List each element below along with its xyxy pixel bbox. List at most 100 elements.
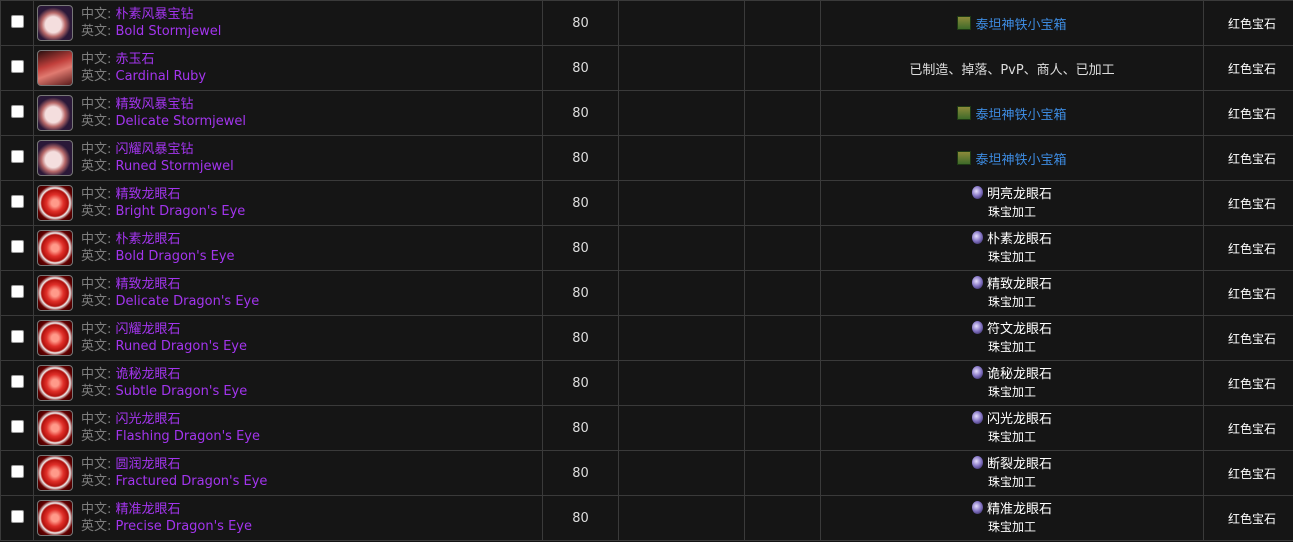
dragoneye-icon[interactable] — [37, 500, 73, 536]
item-cell: 中文: 精致风暴宝钻 英文: Delicate Stormjewel — [33, 90, 543, 136]
empty-cell — [618, 225, 745, 271]
profession: 珠宝加工 — [987, 204, 1036, 219]
en-label: 英文: — [81, 429, 116, 444]
gem-icon — [971, 410, 983, 424]
checkbox-cell — [0, 270, 34, 316]
item-name-cn[interactable]: 朴素风暴宝钻 — [116, 7, 194, 22]
item-name-cn[interactable]: 诡秘龙眼石 — [116, 367, 181, 382]
recipe-link[interactable]: 闪光龙眼石 — [821, 410, 1203, 429]
gem-icon — [971, 455, 983, 469]
item-cell: 中文: 朴素风暴宝钻 英文: Bold Stormjewel — [33, 0, 543, 46]
checkbox-cell — [0, 405, 34, 451]
row-checkbox[interactable] — [10, 509, 24, 523]
stormjewel-icon[interactable] — [37, 95, 73, 131]
row-checkbox[interactable] — [10, 419, 24, 433]
item-name-en[interactable]: Fractured Dragon's Eye — [116, 474, 268, 489]
recipe-link[interactable]: 断裂龙眼石 — [821, 455, 1203, 474]
recipe-name: 朴素龙眼石 — [986, 231, 1052, 247]
row-checkbox[interactable] — [10, 464, 24, 478]
en-label: 英文: — [81, 69, 116, 84]
item-level: 80 — [542, 45, 619, 91]
dragoneye-icon[interactable] — [37, 275, 73, 311]
recipe-name: 符文龙眼石 — [986, 321, 1052, 337]
empty-cell — [618, 450, 745, 496]
item-cell: 中文: 诡秘龙眼石 英文: Subtle Dragon's Eye — [33, 360, 543, 406]
recipe-link[interactable]: 朴素龙眼石 — [821, 230, 1203, 249]
item-type: 红色宝石 — [1203, 225, 1293, 271]
source-cell: 泰坦神铁小宝箱 — [820, 135, 1204, 181]
empty-cell — [744, 180, 821, 226]
source-text: 泰坦神铁小宝箱 — [975, 17, 1067, 33]
row-checkbox[interactable] — [10, 104, 24, 118]
table-row: 中文: 闪光龙眼石 英文: Flashing Dragon's Eye 80 闪光… — [0, 405, 1293, 451]
item-name-cn[interactable]: 圆润龙眼石 — [116, 457, 181, 472]
recipe-link[interactable]: 诡秘龙眼石 — [821, 365, 1203, 384]
en-label: 英文: — [81, 204, 116, 219]
recipe-link[interactable]: 精准龙眼石 — [821, 500, 1203, 519]
gem-icon — [971, 320, 983, 334]
item-name-en[interactable]: Bold Dragon's Eye — [116, 249, 235, 264]
item-name-en[interactable]: Subtle Dragon's Eye — [116, 384, 248, 399]
item-name-en[interactable]: Cardinal Ruby — [116, 69, 207, 84]
dragoneye-icon[interactable] — [37, 320, 73, 356]
checkbox-cell — [0, 180, 34, 226]
row-checkbox[interactable] — [10, 329, 24, 343]
row-checkbox[interactable] — [10, 239, 24, 253]
empty-cell — [744, 405, 821, 451]
item-level: 80 — [542, 405, 619, 451]
dragoneye-icon[interactable] — [37, 410, 73, 446]
source-link[interactable]: 泰坦神铁小宝箱 — [957, 150, 1067, 168]
item-name-en[interactable]: Delicate Dragon's Eye — [116, 294, 260, 309]
dragoneye-icon[interactable] — [37, 455, 73, 491]
profession: 珠宝加工 — [987, 384, 1036, 399]
row-checkbox[interactable] — [10, 149, 24, 163]
item-name-en[interactable]: Runed Dragon's Eye — [116, 339, 247, 354]
row-checkbox[interactable] — [10, 14, 24, 28]
item-name-cn[interactable]: 闪耀风暴宝钻 — [116, 142, 194, 157]
item-name-cn[interactable]: 朴素龙眼石 — [116, 232, 181, 247]
item-name-en[interactable]: Delicate Stormjewel — [116, 114, 247, 129]
row-checkbox[interactable] — [10, 194, 24, 208]
profession: 珠宝加工 — [987, 249, 1036, 264]
source-cell: 已制造、掉落、PvP、商人、已加工 — [820, 45, 1204, 91]
item-name-en[interactable]: Bright Dragon's Eye — [116, 204, 246, 219]
source-cell: 泰坦神铁小宝箱 — [820, 0, 1204, 46]
row-checkbox[interactable] — [10, 284, 24, 298]
dragoneye-icon[interactable] — [37, 230, 73, 266]
row-checkbox[interactable] — [10, 374, 24, 388]
source-link[interactable]: 泰坦神铁小宝箱 — [957, 105, 1067, 123]
stormjewel-icon[interactable] — [37, 5, 73, 41]
item-name-en[interactable]: Flashing Dragon's Eye — [116, 429, 260, 444]
item-name-cn[interactable]: 闪耀龙眼石 — [116, 322, 181, 337]
item-cell: 中文: 圆润龙眼石 英文: Fractured Dragon's Eye — [33, 450, 543, 496]
item-name-cn[interactable]: 精致风暴宝钻 — [116, 97, 194, 112]
source-link[interactable]: 泰坦神铁小宝箱 — [957, 15, 1067, 33]
item-name-cn[interactable]: 赤玉石 — [116, 52, 155, 67]
recipe-link[interactable]: 精致龙眼石 — [821, 275, 1203, 294]
item-name-cn[interactable]: 闪光龙眼石 — [116, 412, 181, 427]
source-text: 已制造、掉落、PvP、商人、已加工 — [909, 62, 1115, 78]
item-name-en[interactable]: Runed Stormjewel — [116, 159, 234, 174]
item-level: 80 — [542, 450, 619, 496]
ruby-icon[interactable] — [37, 50, 73, 86]
source-cell: 断裂龙眼石 珠宝加工 — [820, 450, 1204, 496]
dragoneye-icon[interactable] — [37, 365, 73, 401]
dragoneye-icon[interactable] — [37, 185, 73, 221]
item-name-cn[interactable]: 精致龙眼石 — [116, 277, 181, 292]
empty-cell — [618, 0, 745, 46]
item-name-cn[interactable]: 精准龙眼石 — [116, 502, 181, 517]
profession: 珠宝加工 — [987, 474, 1036, 489]
en-label: 英文: — [81, 24, 116, 39]
empty-cell — [744, 450, 821, 496]
recipe-link[interactable]: 符文龙眼石 — [821, 320, 1203, 339]
stormjewel-icon[interactable] — [37, 140, 73, 176]
en-label: 英文: — [81, 294, 116, 309]
recipe-name: 断裂龙眼石 — [986, 456, 1052, 472]
item-name-cn[interactable]: 精致龙眼石 — [116, 187, 181, 202]
item-name-en[interactable]: Precise Dragon's Eye — [116, 519, 252, 534]
recipe-link[interactable]: 明亮龙眼石 — [821, 185, 1203, 204]
item-name-en[interactable]: Bold Stormjewel — [116, 24, 222, 39]
item-cell: 中文: 精致龙眼石 英文: Bright Dragon's Eye — [33, 180, 543, 226]
item-cell: 中文: 精致龙眼石 英文: Delicate Dragon's Eye — [33, 270, 543, 316]
row-checkbox[interactable] — [10, 59, 24, 73]
